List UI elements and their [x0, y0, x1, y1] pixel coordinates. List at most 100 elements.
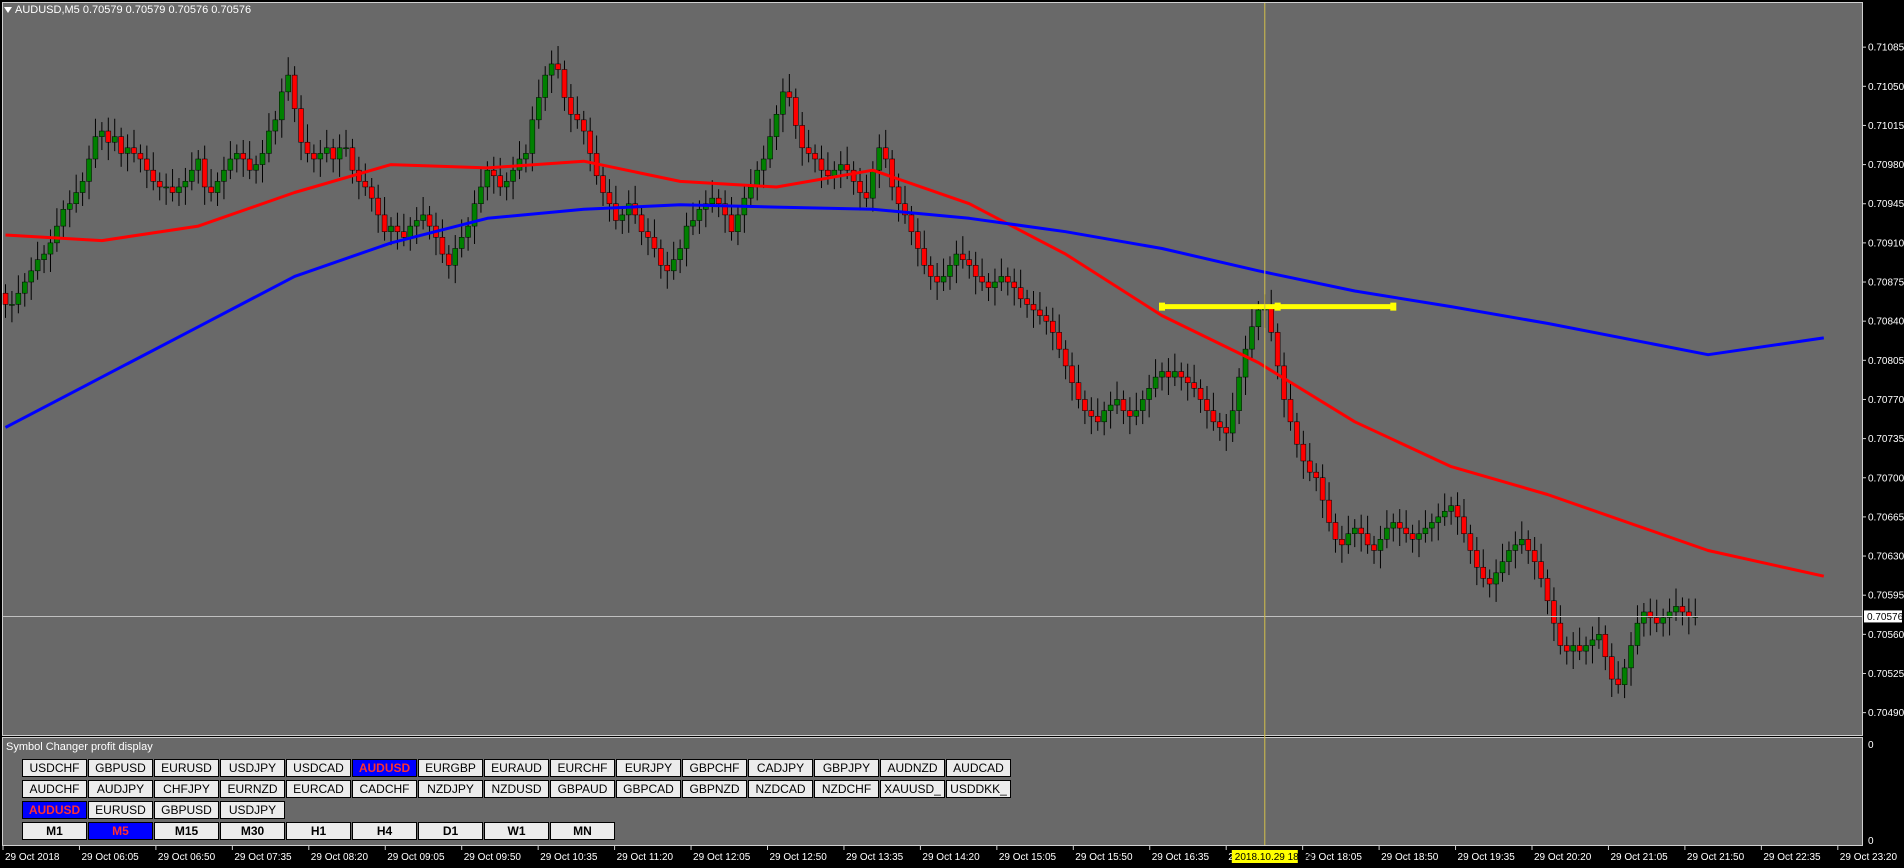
timeframe-button-m5[interactable]: M5 [88, 822, 153, 840]
candle-bear [1615, 678, 1621, 685]
price-tick-label: 0.70735 [1868, 434, 1904, 445]
symbol-button-eurcad[interactable]: EURCAD [286, 780, 351, 798]
symbol-button-audjpy[interactable]: AUDJPY [88, 780, 153, 798]
candle-bear [1538, 561, 1544, 579]
symbol-button-cadjpy[interactable]: CADJPY [748, 759, 813, 777]
candle-bear [1474, 550, 1480, 568]
symbol-button-gbpjpy[interactable]: GBPJPY [814, 759, 879, 777]
price-tick-label: 0.70770 [1868, 395, 1904, 406]
timeframe-button-m15[interactable]: M15 [154, 822, 219, 840]
candle-bear [246, 158, 253, 171]
symbol-button-nzdchf[interactable]: NZDCHF [814, 780, 879, 798]
candle-bull [940, 276, 947, 283]
timeframe-button-w1[interactable]: W1 [484, 822, 549, 840]
timeframe-button-m1[interactable]: M1 [22, 822, 87, 840]
symbol-button-eurjpy[interactable]: EURJPY [616, 759, 681, 777]
candle-bear [606, 192, 613, 204]
price-tick-label: 0.70665 [1868, 512, 1904, 523]
symbol-button-audchf[interactable]: AUDCHF [22, 780, 87, 798]
candle-bear [1557, 622, 1564, 646]
candle-bear [1210, 410, 1217, 423]
candle-bull [227, 158, 234, 171]
candle-bull [458, 237, 465, 249]
timeframe-button-h4[interactable]: H4 [352, 822, 417, 840]
candle-bull [683, 225, 690, 249]
symbol-button-eurnzd[interactable]: EURNZD [220, 780, 285, 798]
symbol-button-audusd[interactable]: AUDUSD [22, 801, 87, 819]
timeframe-button-mn[interactable]: MN [550, 822, 615, 840]
candle-bull [1641, 611, 1647, 624]
symbol-button-gbpchf[interactable]: GBPCHF [682, 759, 747, 777]
candle-bull [1229, 410, 1236, 434]
candle-bull [953, 253, 960, 266]
timeframe-button-h1[interactable]: H1 [286, 822, 351, 840]
candle-bull [176, 186, 182, 193]
symbol-button-nzdjpy[interactable]: NZDJPY [418, 780, 483, 798]
candle-bear [1609, 656, 1615, 680]
candle-bear [960, 253, 966, 260]
candle-bear [497, 175, 503, 188]
symbol-button-usdjpy[interactable]: USDJPY [220, 801, 285, 819]
candle-bull [111, 136, 118, 143]
candle-bear [882, 147, 889, 160]
time-tick-label: 29 Oct 13:35 [846, 852, 904, 863]
candle-bull [67, 203, 73, 210]
candle-bull [1152, 376, 1159, 389]
symbol-button-audnzd[interactable]: AUDNZD [880, 759, 945, 777]
timeframe-button-m30[interactable]: M30 [220, 822, 285, 840]
price-tick-label: 0.70630 [1868, 552, 1904, 563]
time-tick-label: 29 Oct 18:50 [1381, 852, 1439, 863]
symbol-button-gbpaud[interactable]: GBPAUD [550, 780, 615, 798]
symbol-button-usdchf[interactable]: USDCHF [22, 759, 87, 777]
symbol-button-eurusd[interactable]: EURUSD [88, 801, 153, 819]
symbol-button-audcad[interactable]: AUDCAD [946, 759, 1011, 777]
candle-bear [311, 153, 317, 160]
candle-bull [1255, 309, 1262, 328]
candle-bear [979, 276, 985, 283]
candle-bear [1069, 365, 1075, 383]
candle-bull [189, 169, 195, 182]
symbol-button-gbpusd[interactable]: GBPUSD [88, 759, 153, 777]
candle-bear [1017, 287, 1024, 300]
symbol-changer-title: Symbol Changer profit display [6, 741, 153, 753]
candle-bull [54, 225, 60, 244]
candle-bull [748, 186, 754, 199]
candle-bull [1621, 667, 1628, 685]
symbol-button-euraud[interactable]: EURAUD [484, 759, 549, 777]
symbol-button-nzdcad[interactable]: NZDCAD [748, 780, 813, 798]
candle-bear [889, 158, 895, 188]
candle-bull [1493, 572, 1499, 585]
candle-bull [1448, 505, 1454, 512]
candle-bull [1172, 371, 1178, 378]
symbol-button-xauusd[interactable]: XAUUSD_ [880, 780, 945, 798]
symbol-button-eurgbp[interactable]: EURGBP [418, 759, 483, 777]
symbol-button-gbpnzd[interactable]: GBPNZD [682, 780, 747, 798]
symbol-button-audusd[interactable]: AUDUSD [352, 759, 417, 777]
chart-title: AUDUSD,M5 0.70579 0.70579 0.70576 0.7057… [4, 4, 251, 16]
symbol-button-nzdusd[interactable]: NZDUSD [484, 780, 549, 798]
candle-bull [1114, 399, 1120, 406]
dropdown-triangle-icon[interactable] [4, 7, 12, 14]
time-tick-label: 29 Oct 15:05 [999, 852, 1057, 863]
symbol-button-gbpcad[interactable]: GBPCAD [616, 780, 681, 798]
candle-bear [1307, 460, 1313, 473]
price-chart[interactable]: 0.71085 0.71050 0.71015 0.70980 0.70945 0.709… [0, 0, 1904, 868]
candle-bear [1454, 505, 1461, 518]
symbol-button-chfjpy[interactable]: CHFJPY [154, 780, 219, 798]
symbol-button-eurchf[interactable]: EURCHF [550, 759, 615, 777]
symbol-button-cadchf[interactable]: CADCHF [352, 780, 417, 798]
symbol-button-eurusd[interactable]: EURUSD [154, 759, 219, 777]
candle-bull [1377, 539, 1384, 551]
price-tick-label: 0.70700 [1868, 473, 1904, 484]
symbol-button-gbpusd[interactable]: GBPUSD [154, 801, 219, 819]
candle-bear [645, 231, 651, 238]
candle-bear [1486, 578, 1493, 585]
candle-bear [1339, 539, 1345, 546]
symbol-button-usdjpy[interactable]: USDJPY [220, 759, 285, 777]
price-tick-label: 0.70560 [1868, 630, 1904, 641]
timeframe-button-d1[interactable]: D1 [418, 822, 483, 840]
candle-bull [1519, 539, 1525, 546]
symbol-button-usddkk[interactable]: USDDKK_ [946, 780, 1011, 798]
candle-bear [555, 63, 561, 70]
symbol-button-usdcad[interactable]: USDCAD [286, 759, 351, 777]
